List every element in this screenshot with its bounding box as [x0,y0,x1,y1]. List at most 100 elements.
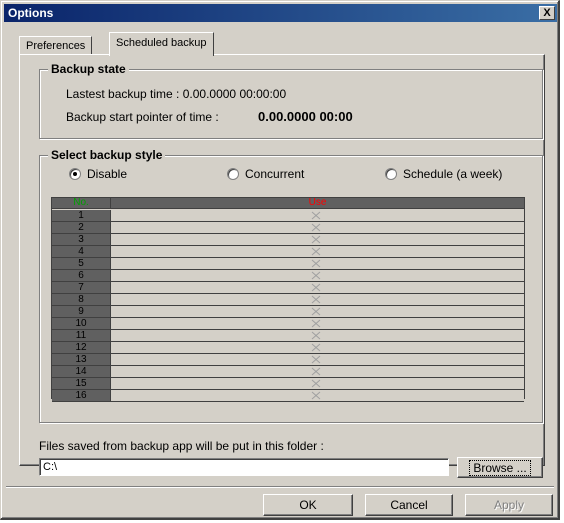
folder-path-value: C:\ [43,461,58,473]
grid-cell-no: 5 [52,258,111,269]
grid-cell-use[interactable] [111,270,524,281]
backup-style-title: Select backup style [48,148,166,162]
radio-concurrent-label: Concurrent [245,167,305,181]
radio-empty-icon [385,168,397,180]
table-row[interactable]: 10 [52,318,524,330]
tab-preferences[interactable]: Preferences [19,36,93,55]
x-mark-icon [311,343,321,352]
close-button[interactable]: X [539,6,555,20]
close-icon: X [543,7,551,19]
table-row[interactable]: 15 [52,378,524,390]
grid-cell-use[interactable] [111,282,524,293]
x-mark-icon [311,223,321,232]
grid-cell-no: 6 [52,270,111,281]
grid-cell-no: 14 [52,366,111,377]
grid-cell-no: 4 [52,246,111,257]
start-pointer-value: 0.00.0000 00:00 [258,109,353,124]
apply-button[interactable]: Apply [465,494,553,516]
x-mark-icon [311,211,321,220]
grid-cell-no: 2 [52,222,111,233]
table-row[interactable]: 13 [52,354,524,366]
table-row[interactable]: 6 [52,270,524,282]
browse-button-label: Browse ... [469,460,531,476]
table-row[interactable]: 7 [52,282,524,294]
table-row[interactable]: 3 [52,234,524,246]
folder-path-input[interactable]: C:\ [39,458,449,476]
window-title: Options [8,6,54,20]
x-mark-icon [311,235,321,244]
table-row[interactable]: 1 [52,210,524,222]
title-bar[interactable]: Options X [4,4,557,22]
grid-cell-use[interactable] [111,234,524,245]
grid-cell-use[interactable] [111,378,524,389]
grid-cell-use[interactable] [111,222,524,233]
grid-cell-no: 12 [52,342,111,353]
browse-button[interactable]: Browse ... [457,457,543,478]
radio-schedule[interactable]: Schedule (a week) [385,167,502,181]
cancel-button[interactable]: Cancel [365,494,453,516]
grid-cell-use[interactable] [111,318,524,329]
grid-cell-use[interactable] [111,306,524,317]
grid-cell-no: 3 [52,234,111,245]
tab-scheduled-backup-label: Scheduled backup [116,37,207,49]
radio-schedule-label: Schedule (a week) [403,167,503,181]
grid-cell-use[interactable] [111,210,524,221]
radio-disable-label: Disable [87,167,128,181]
grid-cell-no: 16 [52,390,111,401]
grid-cell-use[interactable] [111,258,524,269]
grid-cell-no: 15 [52,378,111,389]
grid-cell-no: 7 [52,282,111,293]
grid-cell-no: 10 [52,318,111,329]
radio-concurrent[interactable]: Concurrent [227,167,304,181]
grid-cell-use[interactable] [111,342,524,353]
x-mark-icon [311,379,321,388]
grid-cell-use[interactable] [111,294,524,305]
radio-selected-icon [69,168,81,180]
x-mark-icon [311,331,321,340]
grid-cell-use[interactable] [111,354,524,365]
table-row[interactable]: 16 [52,390,524,402]
x-mark-icon [311,283,321,292]
tab-scheduled-backup[interactable]: Scheduled backup [109,32,214,56]
x-mark-icon [311,295,321,304]
grid-cell-no: 1 [52,210,111,221]
x-mark-icon [311,391,321,400]
grid-cell-no: 13 [52,354,111,365]
grid-header-use: Use [308,197,327,208]
backup-state-title: Backup state [48,62,129,76]
grid-cell-use[interactable] [111,330,524,341]
x-mark-icon [311,307,321,316]
table-row[interactable]: 14 [52,366,524,378]
ok-button[interactable]: OK [263,494,353,516]
x-mark-icon [311,259,321,268]
table-row[interactable]: 12 [52,342,524,354]
tab-preferences-label: Preferences [26,40,86,52]
separator-line [6,486,554,488]
grid-cell-no: 9 [52,306,111,317]
x-mark-icon [311,247,321,256]
options-dialog: Options X Preferences Scheduled backup B… [0,0,560,520]
start-pointer-label: Backup start pointer of time : [66,110,219,124]
table-row[interactable]: 11 [52,330,524,342]
radio-disable[interactable]: Disable [69,167,127,181]
x-mark-icon [311,319,321,328]
grid-cell-no: 8 [52,294,111,305]
grid-header: No. Use [52,197,524,209]
x-mark-icon [311,355,321,364]
radio-empty-icon [227,168,239,180]
grid-cell-use[interactable] [111,390,524,401]
table-row[interactable]: 8 [52,294,524,306]
grid-header-no: No. [52,197,111,208]
table-row[interactable]: 5 [52,258,524,270]
table-row[interactable]: 2 [52,222,524,234]
folder-label: Files saved from backup app will be put … [39,439,324,453]
grid-cell-use[interactable] [111,246,524,257]
grid-cell-no: 11 [52,330,111,341]
grid-cell-use[interactable] [111,366,524,377]
last-backup-time: Lastest backup time : 0.00.0000 00:00:00 [66,87,287,101]
table-row[interactable]: 9 [52,306,524,318]
x-mark-icon [311,271,321,280]
table-row[interactable]: 4 [52,246,524,258]
backup-state-group: Backup state Lastest backup time : 0.00.… [39,62,543,139]
x-mark-icon [311,367,321,376]
